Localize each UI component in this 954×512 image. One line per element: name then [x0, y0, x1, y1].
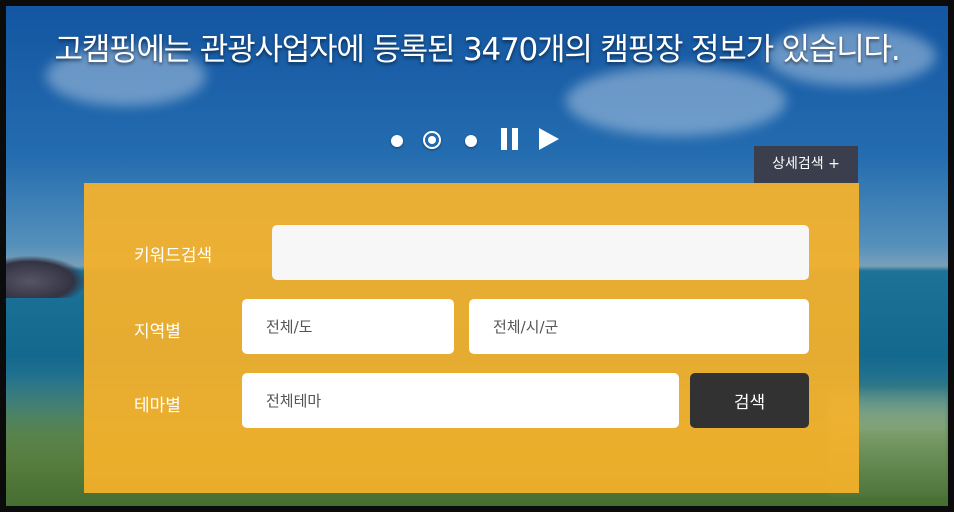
slide-dot-3[interactable]: [465, 135, 477, 147]
keyword-label: 키워드검색: [134, 246, 213, 266]
rock: [6, 256, 86, 298]
search-button[interactable]: 검색: [690, 373, 809, 428]
city-select[interactable]: 전체/시/군: [469, 299, 809, 354]
province-select[interactable]: 전체/도: [242, 299, 454, 354]
slide-dot-1[interactable]: [391, 135, 403, 147]
cloud: [566, 66, 786, 136]
keyword-input[interactable]: [272, 225, 809, 280]
hero-frame: 고캠핑에는 관광사업자에 등록된 3470개의 캠핑장 정보가 있습니다. 상세…: [0, 0, 954, 512]
slide-dot-2[interactable]: [423, 131, 441, 149]
hero-headline: 고캠핑에는 관광사업자에 등록된 3470개의 캠핑장 정보가 있습니다.: [54, 32, 901, 68]
advanced-search-button[interactable]: 상세검색 +: [754, 146, 858, 183]
theme-label: 테마별: [134, 396, 181, 416]
play-icon[interactable]: [539, 128, 559, 150]
search-panel: 키워드검색 지역별 전체/도 전체/시/군 테마별 전체테마 검색: [84, 183, 859, 493]
theme-select[interactable]: 전체테마: [242, 373, 679, 428]
pause-icon[interactable]: [501, 128, 521, 150]
slider-controls: [386, 126, 566, 156]
region-label: 지역별: [134, 322, 181, 342]
